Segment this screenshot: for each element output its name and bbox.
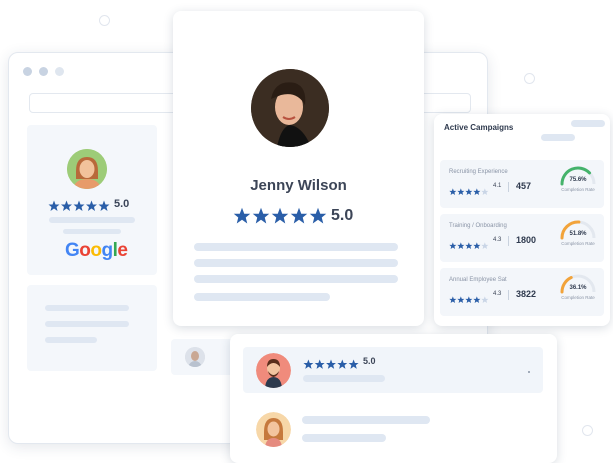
reviewer-avatar-male — [256, 353, 291, 388]
campaign-row[interactable]: Recruiting Experience 4.1 457 75.6% Complet… — [440, 160, 604, 208]
campaign-count: 3822 — [516, 289, 537, 299]
review-row: 5.0 — [243, 347, 543, 393]
row-rating: 5.0 — [363, 356, 376, 366]
profile-stars — [233, 207, 327, 230]
separator — [508, 236, 509, 246]
campaign-label: Annual Employee Sat — [449, 277, 507, 283]
campaigns-title: Active Campaigns — [444, 123, 514, 132]
bottom-review-card: 5.0 — [230, 334, 557, 463]
decor-circle — [582, 425, 593, 436]
completion-caption: Completion Rate — [561, 187, 595, 192]
profile-name: Jenny Wilson — [250, 177, 347, 194]
separator — [508, 290, 509, 300]
campaigns-card: Active Campaigns Recruiting Experience 4.… — [434, 114, 610, 326]
campaign-stars — [449, 237, 489, 255]
campaign-count: 1800 — [516, 235, 537, 245]
profile-avatar — [251, 69, 329, 147]
campaign-label: Training / Onboarding — [449, 223, 507, 229]
campaign-label: Recruiting Experience — [449, 169, 508, 175]
small-avatar — [185, 347, 205, 367]
completion-gauge — [558, 218, 598, 242]
completion-caption: Completion Rate — [561, 241, 595, 246]
reviewer-avatar — [67, 149, 107, 189]
completion-gauge — [558, 272, 598, 296]
review-panel: 5.0 Google — [27, 125, 157, 275]
profile-rating: 5.0 — [331, 207, 354, 224]
campaign-score: 4.3 — [493, 237, 502, 243]
decor-circle — [99, 15, 110, 26]
row-stars — [303, 357, 359, 375]
completion-percent: 36.1% — [569, 285, 587, 291]
completion-percent: 75.6% — [569, 177, 587, 183]
google-logo: Google — [65, 240, 128, 261]
campaign-score: 4.3 — [493, 291, 502, 297]
campaign-count: 457 — [516, 181, 532, 191]
completion-percent: 51.8% — [569, 231, 587, 237]
completion-gauge — [558, 164, 598, 188]
rating-value: 5.0 — [114, 198, 130, 210]
placeholder-panel — [27, 285, 157, 371]
decor-circle — [524, 73, 535, 84]
profile-card: Jenny Wilson 5.0 — [173, 11, 424, 326]
reviewer-avatar-female — [256, 412, 291, 447]
separator — [508, 182, 509, 192]
campaign-row[interactable]: Training / Onboarding 4.3 1800 51.8% Comple… — [440, 214, 604, 262]
completion-caption: Completion Rate — [561, 295, 595, 300]
campaign-stars — [449, 183, 489, 201]
campaign-score: 4.1 — [493, 183, 502, 189]
star-rating — [48, 199, 110, 217]
campaign-stars — [449, 291, 489, 309]
campaign-row[interactable]: Annual Employee Sat 4.3 3822 36.1% Completi… — [440, 268, 604, 316]
